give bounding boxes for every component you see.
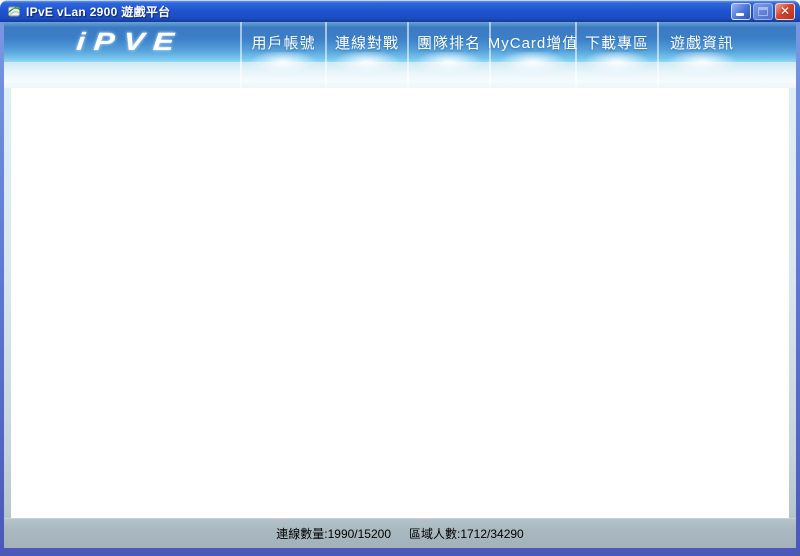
status-regions: 區域人數:1712/34290 (409, 526, 524, 541)
window-body: iPVE 用戶帳號 連線對戰 團隊排名 MyCard增值 下載專區 遊戲資訊 連… (4, 22, 796, 548)
content-area (11, 88, 789, 518)
nav-item-online-battle[interactable]: 連線對戰 (325, 22, 407, 88)
nav-item-label: 團隊排名 (416, 34, 481, 52)
nav-item-game-info[interactable]: 遊戲資訊 (657, 22, 745, 88)
app-icon (7, 5, 21, 17)
nav-item-download-zone[interactable]: 下載專區 (575, 22, 657, 88)
window-controls: ✕ (731, 2, 795, 20)
nav-item-label: 用戶帳號 (251, 34, 316, 52)
brand-logo-text: iPVE (74, 27, 184, 56)
minimize-icon (736, 12, 744, 16)
maximize-icon (758, 6, 768, 16)
main-menu: 用戶帳號 連線對戰 團隊排名 MyCard增值 下載專區 遊戲資訊 (240, 22, 745, 88)
status-bar: 連線數量:1990/15200 區域人數:1712/34290 (4, 518, 796, 548)
minimize-button[interactable] (731, 2, 751, 20)
nav-item-label: 下載專區 (584, 34, 649, 52)
window-title: IPvE vLan 2900 遊戲平台 (26, 4, 171, 19)
header-nav-zone: iPVE 用戶帳號 連線對戰 團隊排名 MyCard增值 下載專區 遊戲資訊 (4, 22, 796, 88)
title-bar[interactable]: IPvE vLan 2900 遊戲平台 ✕ (0, 0, 800, 22)
app-window: IPvE vLan 2900 遊戲平台 ✕ iPVE 用戶帳號 連線對戰 團隊排… (0, 0, 800, 556)
nav-item-label: MyCard增值 (487, 34, 579, 52)
brand-logo: iPVE (44, 22, 214, 62)
maximize-button (753, 2, 773, 20)
nav-item-label: 遊戲資訊 (669, 34, 734, 52)
nav-item-label: 連線對戰 (334, 34, 399, 52)
nav-item-team-ranking[interactable]: 團隊排名 (407, 22, 489, 88)
close-button[interactable]: ✕ (775, 2, 795, 20)
nav-item-user-account[interactable]: 用戶帳號 (240, 22, 325, 88)
status-connections: 連線數量:1990/15200 (276, 526, 391, 541)
nav-item-mycard-topup[interactable]: MyCard增值 (487, 22, 579, 88)
close-icon: ✕ (779, 4, 791, 18)
content-frame (4, 88, 796, 518)
